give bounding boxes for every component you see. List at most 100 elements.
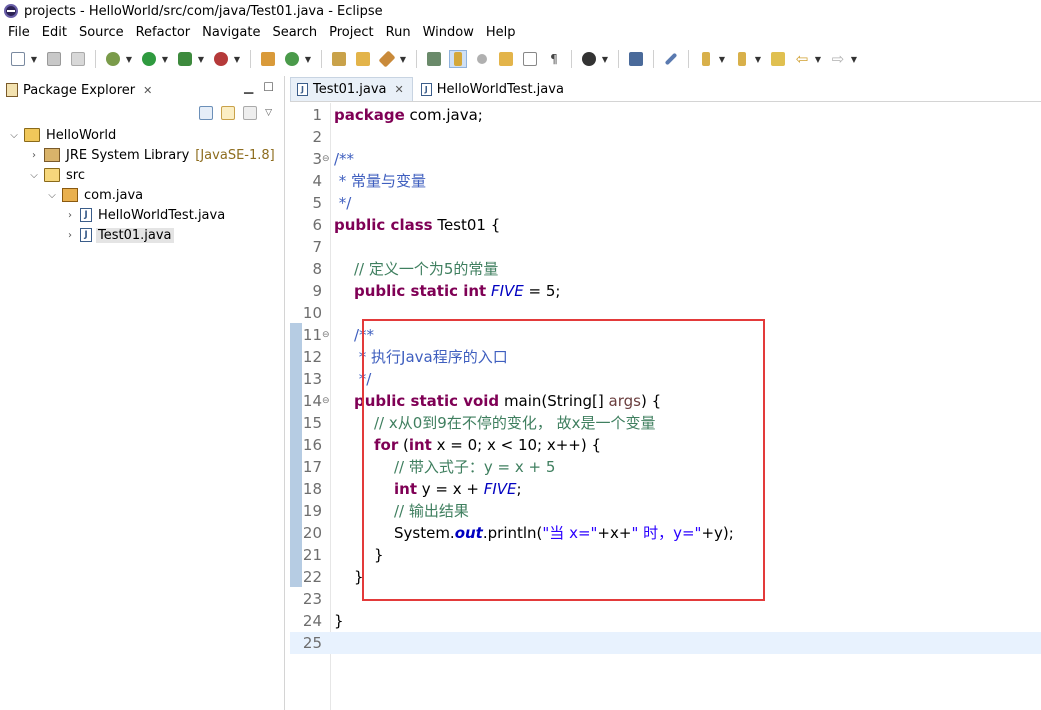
show-whitespace-icon[interactable] [521, 50, 539, 68]
debug-dropdown-icon[interactable]: ▼ [125, 50, 133, 68]
new-class-dropdown-icon[interactable]: ▼ [304, 50, 312, 68]
previous-annotation-icon[interactable] [733, 50, 751, 68]
perspective-dropdown-icon[interactable]: ▼ [601, 50, 609, 68]
collapse-all-icon[interactable] [199, 106, 214, 120]
tree-item-src[interactable]: ⌵ src [0, 165, 284, 185]
debug-icon[interactable] [104, 50, 122, 68]
code-line: 2 [312, 128, 322, 146]
menu-project[interactable]: Project [323, 25, 379, 40]
tree-item-package[interactable]: ⌵ com.java [0, 185, 284, 205]
tree-item-label: Test01.java [96, 227, 174, 243]
fold-toggle-icon[interactable]: ⊖ [322, 324, 330, 346]
search-icon[interactable] [378, 50, 396, 68]
run-icon[interactable] [140, 50, 158, 68]
code-line: 23 [302, 590, 322, 608]
menu-search[interactable]: Search [266, 25, 323, 40]
code-line: 14 ⊖ public static void main(String[] args… [302, 390, 662, 412]
menu-bar: File Edit Source Refactor Navigate Searc… [0, 22, 1041, 42]
tab-test01[interactable]: J Test01.java ✕ [290, 77, 413, 101]
code-area[interactable]: 1 package com.java; 2 3 ⊖/** 4 * 常量与变量 5 *… [290, 104, 1041, 654]
window-title: projects - HelloWorld/src/com/java/Test0… [24, 3, 383, 19]
package-tree: ⌵ HelloWorld › JRE System Library [JavaS… [0, 125, 284, 245]
chevron-right-icon[interactable]: › [28, 150, 40, 161]
code-line: 1 package com.java; [312, 106, 483, 124]
close-icon[interactable]: ✕ [395, 83, 404, 96]
perspective-icon[interactable] [580, 50, 598, 68]
paragraph-icon[interactable]: ¶ [545, 50, 563, 68]
eclipse-icon [4, 4, 18, 18]
new-java-class-icon[interactable] [283, 50, 301, 68]
toolbar-separator [618, 50, 619, 68]
new-java-package-icon[interactable] [259, 50, 277, 68]
view-menu-icon[interactable]: ▽ [265, 108, 272, 118]
tab-helloworldtest[interactable]: J HelloWorldTest.java [415, 77, 572, 101]
search-dropdown-icon[interactable]: ▼ [399, 50, 407, 68]
code-line: 18 int y = x + FIVE; [302, 480, 522, 498]
java-file-icon: J [80, 208, 92, 222]
toolbar-separator [653, 50, 654, 68]
toggle-breadcrumb-icon[interactable] [473, 50, 491, 68]
focus-on-active-task-icon[interactable] [243, 106, 258, 120]
fold-toggle-icon[interactable]: ⊖ [322, 390, 330, 412]
chevron-down-icon[interactable]: ⌵ [28, 170, 40, 181]
new-icon[interactable] [9, 50, 27, 68]
chevron-down-icon[interactable]: ⌵ [46, 190, 58, 201]
code-line: 12 * 执行Java程序的入口 [302, 348, 508, 366]
tree-item-library[interactable]: › JRE System Library [JavaSE-1.8] [0, 145, 284, 165]
menu-edit[interactable]: Edit [36, 25, 73, 40]
skip-breakpoints-icon[interactable] [662, 50, 680, 68]
highlight-icon[interactable] [449, 50, 467, 68]
run-dropdown-icon[interactable]: ▼ [161, 50, 169, 68]
tree-item-label: HelloWorldTest.java [98, 207, 226, 223]
block-selection-icon[interactable] [497, 50, 515, 68]
last-edit-location-icon[interactable] [769, 50, 787, 68]
code-line: 13 */ [302, 370, 372, 388]
new-dropdown-icon[interactable]: ▼ [30, 50, 38, 68]
back-dropdown-icon[interactable]: ▼ [814, 50, 822, 68]
java-file-icon: J [80, 228, 92, 242]
code-line: 10 [302, 304, 322, 322]
close-icon[interactable]: ✕ [143, 84, 152, 97]
forward-icon[interactable]: ⇨ [829, 50, 847, 68]
chevron-right-icon[interactable]: › [64, 210, 76, 221]
coverage-dropdown-icon[interactable]: ▼ [197, 50, 205, 68]
next-annotation-icon[interactable] [697, 50, 715, 68]
coverage-icon[interactable] [176, 50, 194, 68]
pin-icon[interactable] [425, 50, 443, 68]
next-annotation-dropdown-icon[interactable]: ▼ [718, 50, 726, 68]
menu-help[interactable]: Help [480, 25, 522, 40]
previous-annotation-dropdown-icon[interactable]: ▼ [754, 50, 762, 68]
save-all-icon[interactable] [69, 50, 87, 68]
code-line: 16 for (int x = 0; x < 10; x++) { [302, 436, 602, 454]
tree-item-file[interactable]: › J Test01.java [0, 225, 284, 245]
fold-toggle-icon[interactable]: ⊖ [322, 148, 330, 170]
link-with-editor-icon[interactable] [221, 106, 236, 120]
maximize-icon[interactable]: ☐ [263, 80, 274, 94]
package-icon [62, 188, 78, 202]
chevron-right-icon[interactable]: › [64, 230, 76, 241]
code-line-current[interactable]: 25 [290, 632, 1041, 654]
console-icon[interactable] [627, 50, 645, 68]
open-folder-icon[interactable] [354, 50, 372, 68]
menu-window[interactable]: Window [417, 25, 480, 40]
menu-source[interactable]: Source [73, 25, 130, 40]
tree-item-label: HelloWorld [46, 127, 117, 143]
tree-item-file[interactable]: › J HelloWorldTest.java [0, 205, 284, 225]
external-tools-icon[interactable] [212, 50, 230, 68]
chevron-down-icon[interactable]: ⌵ [8, 130, 20, 141]
code-line: 3 ⊖/** [312, 148, 355, 170]
menu-navigate[interactable]: Navigate [196, 25, 266, 40]
open-type-icon[interactable] [330, 50, 348, 68]
package-explorer-tab[interactable]: Package Explorer ✕ [2, 78, 156, 102]
menu-run[interactable]: Run [380, 25, 417, 40]
tree-item-label: JRE System Library [66, 147, 190, 163]
menu-file[interactable]: File [2, 25, 36, 40]
tree-item-project[interactable]: ⌵ HelloWorld [0, 125, 284, 145]
back-icon[interactable]: ⇦ [793, 50, 811, 68]
save-icon[interactable] [45, 50, 63, 68]
library-icon [44, 148, 60, 162]
forward-dropdown-icon[interactable]: ▼ [850, 50, 858, 68]
minimize-icon[interactable]: ▁ [244, 80, 253, 94]
menu-refactor[interactable]: Refactor [130, 25, 197, 40]
external-tools-dropdown-icon[interactable]: ▼ [233, 50, 241, 68]
